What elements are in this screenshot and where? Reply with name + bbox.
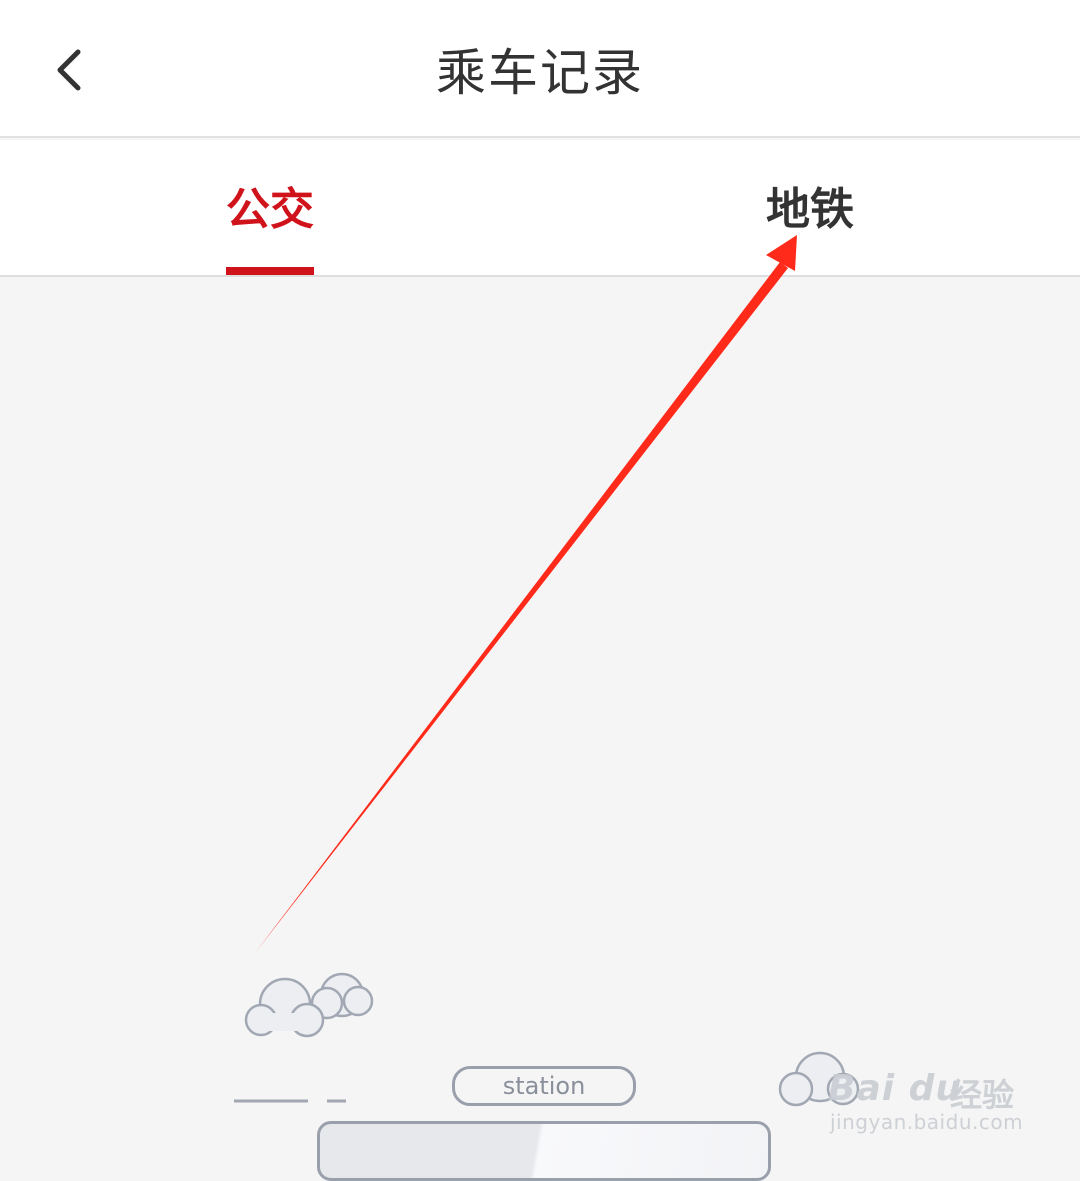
navigation-bar: 乘车记录 xyxy=(0,0,1080,138)
tab-label-metro: 地铁 xyxy=(766,184,854,235)
watermark-url: jingyan.baidu.com xyxy=(830,1110,1024,1134)
watermark-logo: Bai du xyxy=(828,1068,963,1109)
tab-bar: 公交 地铁 xyxy=(0,140,1080,277)
page-title: 乘车记录 xyxy=(436,44,644,102)
station-sign: station xyxy=(452,1066,636,1106)
empty-state-content: station xyxy=(0,277,1080,1181)
baidu-watermark: Bai du 经验 jingyan.baidu.com xyxy=(828,1040,1028,1140)
tab-metro[interactable]: 地铁 xyxy=(540,140,1080,275)
empty-state-illustration xyxy=(234,972,860,1107)
tab-label-bus: 公交 xyxy=(226,184,314,235)
train-illustration xyxy=(317,1121,771,1181)
active-tab-indicator xyxy=(226,267,314,275)
cloud-icon xyxy=(244,972,374,1038)
tab-bus[interactable]: 公交 xyxy=(0,140,540,275)
